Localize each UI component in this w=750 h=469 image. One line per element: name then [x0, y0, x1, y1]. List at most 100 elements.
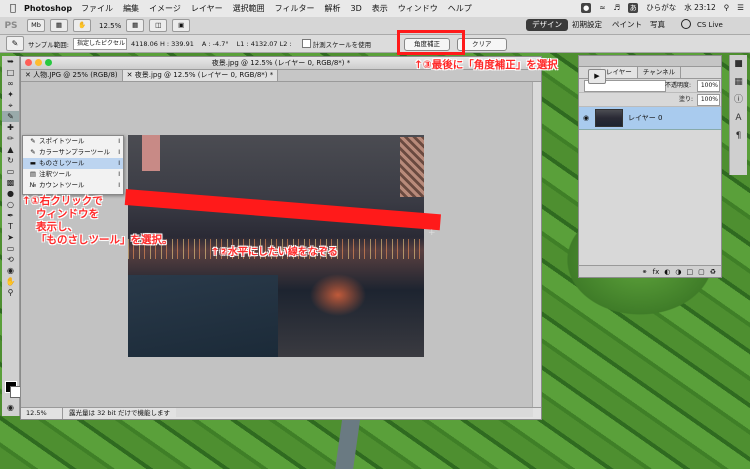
- 3d-rotate-tool-icon[interactable]: ⟲: [2, 254, 19, 265]
- menu-analysis[interactable]: 解析: [325, 3, 341, 14]
- annotation-step1: ↑①右クリックで ウィンドウを 表示し、 「ものさしツール」を選択。: [22, 195, 173, 247]
- move-tool-icon[interactable]: ➥: [2, 56, 19, 67]
- menu-view[interactable]: 表示: [372, 3, 388, 14]
- shape-tool-icon[interactable]: ▭: [2, 243, 19, 254]
- layer-row[interactable]: ◉ レイヤー 0: [579, 107, 721, 130]
- status-app-icon[interactable]: ●: [581, 2, 592, 13]
- menu-item-count[interactable]: № カウントツール I: [23, 180, 123, 191]
- menu-image[interactable]: イメージ: [149, 3, 181, 14]
- menu-3d[interactable]: 3D: [351, 4, 362, 13]
- menu-window[interactable]: ウィンドウ: [398, 3, 438, 14]
- layers-panel-header[interactable]: [579, 56, 721, 67]
- crop-tool-icon[interactable]: ⌖: [2, 100, 19, 111]
- horizontal-scrollbar[interactable]: [176, 408, 533, 417]
- notification-icon[interactable]: ☰: [737, 3, 744, 12]
- info-panel-icon[interactable]: ⓘ: [730, 91, 747, 109]
- minibridge-icon[interactable]: ▦: [50, 19, 68, 32]
- character-panel-icon[interactable]: A: [730, 109, 747, 127]
- new-layer-icon[interactable]: ▢: [698, 266, 705, 277]
- menu-layer[interactable]: レイヤー: [191, 3, 223, 14]
- blur-tool-icon[interactable]: ●: [2, 188, 19, 199]
- visibility-eye-icon[interactable]: ◉: [581, 114, 591, 122]
- color-panel-icon[interactable]: ■: [730, 55, 747, 73]
- swatches-panel-icon[interactable]: ▦: [730, 73, 747, 91]
- gradient-tool-icon[interactable]: ▩: [2, 177, 19, 188]
- apple-icon[interactable]: : [6, 3, 20, 14]
- path-select-tool-icon[interactable]: ➤: [2, 232, 19, 243]
- zoom-level[interactable]: 12.5%: [99, 22, 121, 30]
- tab-channels[interactable]: チャンネル: [638, 67, 682, 78]
- menu-item-label: ものさしツール: [39, 159, 85, 167]
- hand-icon[interactable]: ✋: [73, 19, 91, 32]
- layer-name[interactable]: レイヤー 0: [628, 113, 662, 123]
- zoom-tool-icon[interactable]: ⚲: [2, 287, 19, 298]
- tab-night-view[interactable]: ✕ 夜景.jpg @ 12.5% (レイヤー 0, RGB/8*) *: [122, 70, 279, 81]
- dodge-tool-icon[interactable]: ○: [2, 199, 19, 210]
- type-tool-icon[interactable]: T: [2, 221, 19, 232]
- trash-icon[interactable]: ♻: [710, 266, 716, 277]
- quick-mask-icon[interactable]: ◉: [2, 402, 19, 413]
- tab-portrait[interactable]: ✕ 人物.JPG @ 25% (RGB/8): [21, 70, 123, 81]
- link-icon[interactable]: ⚭: [642, 266, 648, 277]
- pen-tool-icon[interactable]: ✒: [2, 210, 19, 221]
- ime-label[interactable]: ひらがな: [646, 2, 676, 13]
- tab-close-icon[interactable]: ✕: [127, 71, 133, 79]
- folder-icon[interactable]: □: [686, 266, 693, 277]
- spotlight-icon[interactable]: ⚲: [724, 3, 730, 12]
- app-menu[interactable]: Photoshop: [24, 4, 72, 13]
- fill-field[interactable]: 100%: [697, 94, 720, 106]
- bridge-button[interactable]: Mb: [27, 19, 45, 32]
- screen-mode-icon[interactable]: ▣: [172, 19, 191, 32]
- eraser-tool-icon[interactable]: ▭: [2, 166, 19, 177]
- cs-live-button[interactable]: CS Live: [697, 19, 723, 31]
- hand-tool-icon[interactable]: ✋: [2, 276, 19, 287]
- mask-icon[interactable]: ◐: [664, 266, 670, 277]
- brush-tool-icon[interactable]: ✏: [2, 133, 19, 144]
- quick-select-tool-icon[interactable]: ✦: [2, 89, 19, 100]
- tab-layers[interactable]: レイヤー: [601, 67, 638, 78]
- view-extras-icon[interactable]: ▦: [126, 19, 145, 32]
- opacity-field[interactable]: 100%: [697, 80, 720, 92]
- minimize-window-icon[interactable]: [35, 59, 42, 66]
- tab-close-icon[interactable]: ✕: [25, 71, 31, 79]
- workspace-design[interactable]: デザイン: [526, 19, 568, 31]
- workspace-painting[interactable]: ペイント: [606, 19, 648, 31]
- menu-item-label: スポイトツール: [39, 137, 85, 145]
- vertical-scrollbar[interactable]: [532, 82, 541, 407]
- menu-select[interactable]: 選択範囲: [233, 3, 265, 14]
- workspace-photography[interactable]: 写真: [644, 19, 671, 31]
- 3d-camera-tool-icon[interactable]: ◉: [2, 265, 19, 276]
- marquee-tool-icon[interactable]: □: [2, 67, 19, 78]
- workspace-essentials[interactable]: 初期設定: [566, 19, 608, 31]
- fx-icon[interactable]: fx: [653, 266, 660, 277]
- clock[interactable]: 水 23:12: [684, 2, 716, 13]
- ime-a-icon[interactable]: あ: [628, 2, 639, 13]
- menu-item-color-sampler[interactable]: ✎ カラーサンプラーツール I: [23, 147, 123, 158]
- wifi-icon[interactable]: ≈: [599, 3, 605, 12]
- close-window-icon[interactable]: [25, 59, 32, 66]
- search-icon[interactable]: [681, 19, 691, 29]
- opacity-label: 不透明度:: [665, 82, 692, 89]
- menu-filter[interactable]: フィルター: [275, 3, 315, 14]
- menu-help[interactable]: ヘルプ: [448, 3, 472, 14]
- menu-item-eyedropper[interactable]: ✎ スポイトツール I: [23, 136, 123, 147]
- measure-scale-checkbox[interactable]: [301, 39, 311, 48]
- ruler-tool-preset-icon[interactable]: ✎: [6, 36, 24, 51]
- stamp-tool-icon[interactable]: ▲: [2, 144, 19, 155]
- healing-tool-icon[interactable]: ✚: [2, 122, 19, 133]
- lasso-tool-icon[interactable]: ∞: [2, 78, 19, 89]
- eyedropper-tool-icon[interactable]: ✎: [2, 111, 19, 122]
- history-panel-icon[interactable]: ▶: [588, 69, 606, 84]
- menu-item-ruler[interactable]: ▬ ものさしツール I: [23, 158, 123, 169]
- history-brush-icon[interactable]: ↻: [2, 155, 19, 166]
- menu-edit[interactable]: 編集: [123, 3, 139, 14]
- adjustment-icon[interactable]: ◑: [675, 266, 681, 277]
- paragraph-panel-icon[interactable]: ¶: [730, 127, 747, 145]
- menu-file[interactable]: ファイル: [81, 3, 113, 14]
- volume-icon[interactable]: ♬: [614, 3, 621, 12]
- status-zoom[interactable]: 12.5%: [21, 408, 63, 419]
- zoom-window-icon[interactable]: [45, 59, 52, 66]
- sample-size-select[interactable]: 指定したピクセル: [73, 37, 127, 50]
- arrange-documents-icon[interactable]: ◫: [149, 19, 168, 32]
- menu-item-note[interactable]: ▤ 注釈ツール I: [23, 169, 123, 180]
